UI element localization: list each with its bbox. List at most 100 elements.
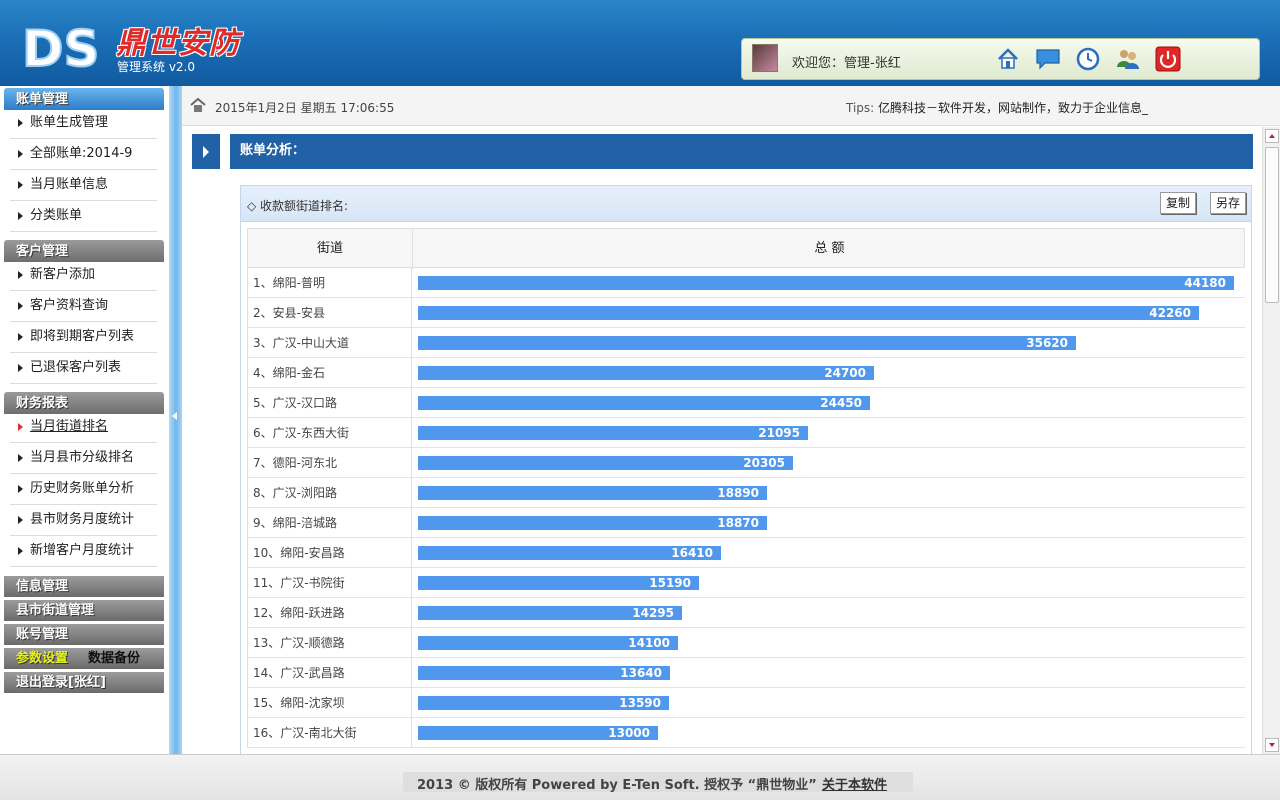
chart-row: 13、广汉-顺德路 14100 — [247, 628, 1245, 658]
chart-bar: 13000 — [418, 726, 658, 740]
chart-bar: 18890 — [418, 486, 767, 500]
copy-button[interactable]: 复制 — [1160, 192, 1197, 214]
street-label: 11、广汉-书院街 — [247, 568, 412, 598]
chart-bar: 15190 — [418, 576, 699, 590]
street-label: 14、广汉-武昌路 — [247, 658, 412, 688]
bar-value-label: 44180 — [1184, 276, 1226, 290]
sidebar-group-account[interactable]: 账号管理 — [4, 624, 164, 645]
street-label: 7、德阳-河东北 — [247, 448, 412, 478]
clock-icon[interactable] — [1074, 44, 1102, 74]
chart-bar: 14295 — [418, 606, 682, 620]
app-header: DS 鼎世安防 管理系统 v2.0 欢迎您：管理-张红 — [0, 0, 1280, 86]
sidebar-item-history-analysis[interactable]: 历史财务账单分析 — [10, 474, 157, 505]
street-label: 3、广汉-中山大道 — [247, 328, 412, 358]
scroll-down-icon[interactable] — [1265, 738, 1279, 752]
avatar — [752, 44, 778, 72]
tips-text: 亿腾科技－软件开发，网站制作，致力于企业信息_ — [878, 101, 1149, 115]
chart-bar: 13640 — [418, 666, 670, 680]
chart-row: 8、广汉-浏阳路 18890 — [247, 478, 1245, 508]
chart-row: 6、广汉-东西大街 21095 — [247, 418, 1245, 448]
chart-bar: 35620 — [418, 336, 1076, 350]
sidebar-item-monthly-bills[interactable]: 当月账单信息 — [10, 170, 157, 201]
bar-value-label: 14100 — [628, 636, 670, 650]
sidebar-group-street-mgmt[interactable]: 县市街道管理 — [4, 600, 164, 621]
sidebar-param-row: 参数设置 数据备份 — [4, 648, 164, 669]
chart-bar: 14100 — [418, 636, 678, 650]
sidebar-group-info[interactable]: 信息管理 — [4, 576, 164, 597]
bar-value-label: 13590 — [619, 696, 661, 710]
sidebar-item-withdrawn-customers[interactable]: 已退保客户列表 — [10, 353, 157, 384]
tips: Tips: 亿腾科技－软件开发，网站制作，致力于企业信息_ — [846, 99, 1148, 116]
sidebar-item-add-customer[interactable]: 新客户添加 — [10, 260, 157, 291]
sidebar: 账单管理 账单生成管理 全部账单:2014-9 当月账单信息 分类账单 客户管理… — [0, 86, 170, 754]
column-header-total: 总 额 — [814, 241, 845, 256]
sidebar-item-county-monthly[interactable]: 县市财务月度统计 — [10, 505, 157, 536]
street-label: 2、安县-安县 — [247, 298, 412, 328]
about-link[interactable]: 关于本软件 — [822, 774, 887, 793]
main-content: 账单分析： ◇ 收款额街道排名: 复制 另存 街道 总 额 1、绵阳-普明 441… — [182, 127, 1262, 754]
sidebar-item-street-ranking[interactable]: 当月街道排名 — [10, 412, 157, 443]
street-label: 15、绵阳-沈家坝 — [247, 688, 412, 718]
chart-bar: 42260 — [418, 306, 1199, 320]
street-label: 9、绵阳-涪城路 — [247, 508, 412, 538]
chart-bar: 21095 — [418, 426, 808, 440]
sidebar-logout[interactable]: 退出登录[张红] — [4, 672, 164, 693]
svg-text:DS: DS — [22, 20, 98, 74]
message-icon[interactable] — [1034, 44, 1062, 74]
chart-bar: 16410 — [418, 546, 721, 560]
street-label: 16、广汉-南北大街 — [247, 718, 412, 748]
bar-value-label: 13640 — [620, 666, 662, 680]
power-icon[interactable] — [1154, 44, 1182, 74]
home-icon[interactable] — [994, 44, 1022, 74]
logo-icon: DS — [21, 19, 98, 74]
street-label: 12、绵阳-跃进路 — [247, 598, 412, 628]
chart-bar: 20305 — [418, 456, 793, 470]
welcome-text: 欢迎您：管理-张红 — [792, 56, 901, 71]
chart-row: 15、绵阳-沈家坝 13590 — [247, 688, 1245, 718]
users-icon[interactable] — [1114, 44, 1142, 74]
scroll-thumb[interactable] — [1265, 147, 1279, 303]
sidebar-item-new-customer-monthly[interactable]: 新增客户月度统计 — [10, 536, 157, 567]
chart-bar: 24450 — [418, 396, 870, 410]
sidebar-group-finance[interactable]: 财务报表 — [4, 392, 164, 414]
bar-value-label: 24450 — [820, 396, 862, 410]
collapse-arrow-icon[interactable] — [172, 412, 177, 420]
home-small-icon[interactable] — [190, 98, 206, 112]
chart-row: 1、绵阳-普明 44180 — [247, 268, 1245, 298]
chart-row: 10、绵阳-安昌路 16410 — [247, 538, 1245, 568]
sidebar-param-settings[interactable]: 参数设置 — [16, 648, 68, 670]
bar-value-label: 16410 — [671, 546, 713, 560]
ranking-panel: ◇ 收款额街道排名: 复制 另存 街道 总 额 1、绵阳-普明 44180 2、安县… — [240, 185, 1252, 754]
chart-row: 12、绵阳-跃进路 14295 — [247, 598, 1245, 628]
sidebar-data-backup[interactable]: 数据备份 — [88, 648, 140, 670]
chart-row: 5、广汉-汉口路 24450 — [247, 388, 1245, 418]
bar-value-label: 35620 — [1026, 336, 1068, 350]
chart-bar: 18870 — [418, 516, 767, 530]
status-bar: 2015年1月2日 星期五 17:06:55 Tips: 亿腾科技－软件开发，网… — [182, 86, 1280, 126]
street-label: 10、绵阳-安昌路 — [247, 538, 412, 568]
sidebar-group-customers[interactable]: 客户管理 — [4, 240, 164, 262]
bar-value-label: 14295 — [632, 606, 674, 620]
sidebar-item-bill-generate[interactable]: 账单生成管理 — [10, 108, 157, 139]
panel-header: ◇ 收款额街道排名: 复制 另存 — [241, 186, 1251, 222]
sidebar-item-category-bills[interactable]: 分类账单 — [10, 201, 157, 232]
save-as-button[interactable]: 另存 — [1210, 192, 1247, 214]
sidebar-item-customer-query[interactable]: 客户资料查询 — [10, 291, 157, 322]
sidebar-item-county-ranking[interactable]: 当月县市分级排名 — [10, 443, 157, 474]
street-label: 13、广汉-顺德路 — [247, 628, 412, 658]
scroll-up-icon[interactable] — [1265, 129, 1279, 143]
sidebar-item-all-bills[interactable]: 全部账单:2014-9 — [10, 139, 157, 170]
bar-value-label: 21095 — [758, 426, 800, 440]
street-label: 8、广汉-浏阳路 — [247, 478, 412, 508]
bar-value-label: 24700 — [824, 366, 866, 380]
user-panel: 欢迎您：管理-张红 — [741, 38, 1260, 80]
logo-title: 鼎世安防 — [116, 26, 240, 61]
chart-bar: 13590 — [418, 696, 669, 710]
vertical-scrollbar[interactable] — [1262, 127, 1280, 754]
chart-row: 11、广汉-书院街 15190 — [247, 568, 1245, 598]
footer: 2013 © 版权所有 Powered by E-Ten Soft. 授权予 “… — [0, 754, 1280, 800]
sidebar-item-expiring-customers[interactable]: 即将到期客户列表 — [10, 322, 157, 353]
sidebar-group-billing[interactable]: 账单管理 — [4, 88, 164, 110]
sidebar-splitter[interactable] — [170, 86, 182, 754]
panel-title: ◇ 收款额街道排名: — [247, 199, 349, 213]
